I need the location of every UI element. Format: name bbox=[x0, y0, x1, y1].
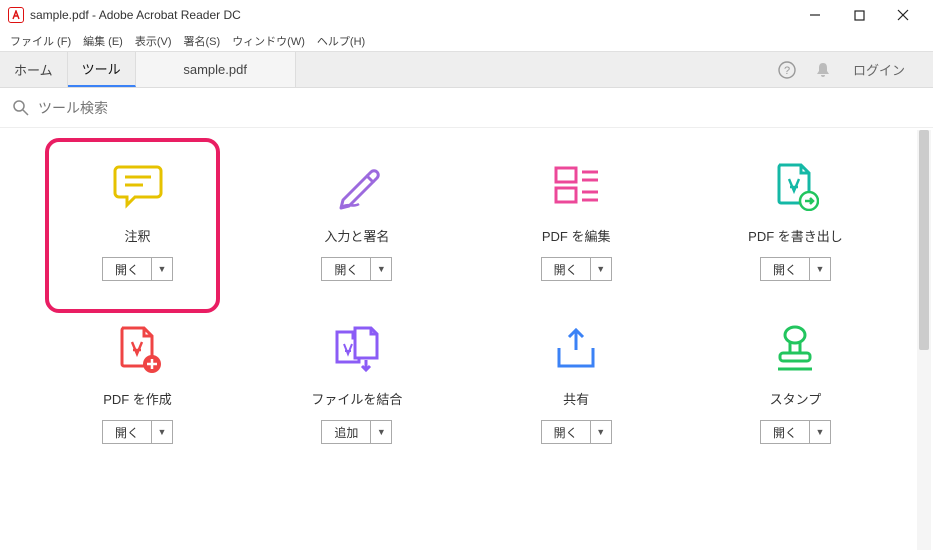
tool-create-pdf: PDF を作成 開く ▼ bbox=[45, 321, 230, 444]
main: 注釈 開く ▼ 入力と署名 開く ▼ bbox=[0, 128, 933, 555]
tool-label: PDF を編集 bbox=[542, 226, 611, 245]
tool-stamp: スタンプ 開く ▼ bbox=[703, 321, 888, 444]
help-icon[interactable]: ? bbox=[773, 56, 801, 84]
scrollbar[interactable] bbox=[917, 130, 931, 550]
tool-fill-sign: 入力と署名 開く ▼ bbox=[264, 158, 449, 281]
chevron-down-icon[interactable]: ▼ bbox=[810, 421, 830, 443]
chevron-down-icon[interactable]: ▼ bbox=[371, 421, 391, 443]
tool-open-button[interactable]: 開く ▼ bbox=[760, 420, 831, 444]
tool-open-button[interactable]: 開く ▼ bbox=[102, 257, 173, 281]
tool-button-main[interactable]: 開く bbox=[103, 421, 152, 443]
stamp-icon bbox=[767, 321, 823, 377]
tab-file[interactable]: sample.pdf bbox=[136, 52, 296, 87]
edit-page-icon bbox=[548, 158, 604, 214]
search-input[interactable] bbox=[38, 100, 921, 116]
tool-button-main[interactable]: 追加 bbox=[322, 421, 371, 443]
tool-button-main[interactable]: 開く bbox=[542, 258, 591, 280]
window-title: sample.pdf - Adobe Acrobat Reader DC bbox=[30, 8, 241, 22]
tool-button-main[interactable]: 開く bbox=[761, 421, 810, 443]
titlebar: sample.pdf - Adobe Acrobat Reader DC bbox=[0, 0, 933, 30]
tool-label: 共有 bbox=[563, 389, 589, 408]
tool-button-main[interactable]: 開く bbox=[761, 258, 810, 280]
chevron-down-icon[interactable]: ▼ bbox=[591, 258, 611, 280]
app-icon bbox=[8, 7, 24, 23]
tool-button-main[interactable]: 開く bbox=[542, 421, 591, 443]
tool-export-pdf: PDF を書き出し 開く ▼ bbox=[703, 158, 888, 281]
pen-icon bbox=[329, 158, 385, 214]
tool-grid: 注釈 開く ▼ 入力と署名 開く ▼ bbox=[0, 128, 933, 474]
create-pdf-icon bbox=[110, 321, 166, 377]
tool-button-main[interactable]: 開く bbox=[322, 258, 371, 280]
maximize-button[interactable] bbox=[837, 1, 881, 29]
tab-tools[interactable]: ツール bbox=[68, 52, 136, 87]
tool-open-button[interactable]: 開く ▼ bbox=[541, 420, 612, 444]
chevron-down-icon[interactable]: ▼ bbox=[810, 258, 830, 280]
chevron-down-icon[interactable]: ▼ bbox=[371, 258, 391, 280]
tool-share: 共有 開く ▼ bbox=[484, 321, 669, 444]
tool-label: 入力と署名 bbox=[324, 226, 389, 245]
combine-icon bbox=[329, 321, 385, 377]
minimize-button[interactable] bbox=[793, 1, 837, 29]
chevron-down-icon[interactable]: ▼ bbox=[152, 258, 172, 280]
search-icon bbox=[12, 99, 30, 117]
export-pdf-icon bbox=[767, 158, 823, 214]
close-button[interactable] bbox=[881, 1, 925, 29]
tool-button-main[interactable]: 開く bbox=[103, 258, 152, 280]
tool-open-button[interactable]: 開く ▼ bbox=[102, 420, 173, 444]
chevron-down-icon[interactable]: ▼ bbox=[152, 421, 172, 443]
searchbar bbox=[0, 88, 933, 128]
menubar: ファイル (F) 編集 (E) 表示(V) 署名(S) ウィンドウ(W) ヘルプ… bbox=[0, 30, 933, 52]
menu-help[interactable]: ヘルプ(H) bbox=[311, 31, 371, 51]
tool-label: 注釈 bbox=[124, 226, 150, 245]
tool-edit-pdf: PDF を編集 開く ▼ bbox=[484, 158, 669, 281]
tabbar: ホーム ツール sample.pdf ? ログイン bbox=[0, 52, 933, 88]
tool-open-button[interactable]: 開く ▼ bbox=[760, 257, 831, 281]
tool-label: PDF を書き出し bbox=[748, 226, 843, 245]
share-icon bbox=[548, 321, 604, 377]
menu-window[interactable]: ウィンドウ(W) bbox=[226, 31, 311, 51]
login-link[interactable]: ログイン bbox=[845, 56, 913, 83]
chevron-down-icon[interactable]: ▼ bbox=[591, 421, 611, 443]
menu-file[interactable]: ファイル (F) bbox=[4, 31, 77, 51]
menu-edit[interactable]: 編集 (E) bbox=[77, 31, 129, 51]
tool-add-button[interactable]: 追加 ▼ bbox=[321, 420, 392, 444]
tool-open-button[interactable]: 開く ▼ bbox=[321, 257, 392, 281]
bell-icon[interactable] bbox=[809, 56, 837, 84]
tab-home[interactable]: ホーム bbox=[0, 52, 68, 87]
tool-label: ファイルを結合 bbox=[311, 389, 402, 408]
menu-view[interactable]: 表示(V) bbox=[129, 31, 178, 51]
comment-icon bbox=[110, 158, 166, 214]
scrollbar-thumb[interactable] bbox=[919, 130, 929, 350]
tool-open-button[interactable]: 開く ▼ bbox=[541, 257, 612, 281]
tool-label: PDF を作成 bbox=[103, 389, 172, 408]
tool-comment: 注釈 開く ▼ bbox=[45, 158, 230, 281]
tool-combine-files: ファイルを結合 追加 ▼ bbox=[264, 321, 449, 444]
tool-label: スタンプ bbox=[770, 389, 822, 408]
menu-sign[interactable]: 署名(S) bbox=[178, 31, 227, 51]
svg-text:?: ? bbox=[784, 65, 790, 77]
